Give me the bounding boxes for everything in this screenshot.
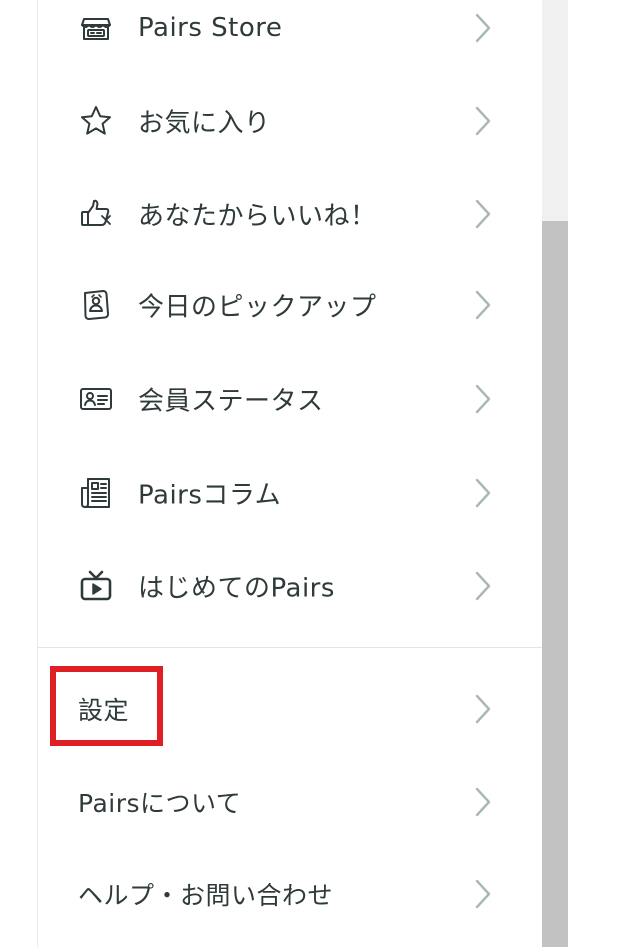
chevron-right-icon (475, 787, 491, 817)
star-icon (78, 103, 114, 139)
chevron-right-icon (475, 290, 491, 320)
scrollbar-thumb[interactable] (542, 221, 568, 947)
menu-item-favorites[interactable]: お気に入り (37, 75, 542, 167)
menu-item-settings[interactable]: 設定 (37, 663, 542, 755)
menu-item-likes-from-you[interactable]: あなたからいいね！ (37, 168, 542, 260)
menu-item-label: ヘルプ・お問い合わせ (78, 881, 334, 910)
chevron-right-icon (475, 384, 491, 414)
left-gutter (0, 0, 37, 947)
menu-item-todays-pickup[interactable]: 今日のピックアップ (37, 259, 542, 351)
menu-item-label: あなたからいいね！ (138, 201, 377, 232)
menu-item-pairs-column[interactable]: Pairsコラム (37, 447, 542, 539)
menu-item-label: 会員ステータス (138, 386, 324, 417)
chevron-right-icon (475, 571, 491, 601)
menu-item-first-time-pairs[interactable]: はじめてのPairs (37, 540, 542, 632)
menu-item-help-contact[interactable]: ヘルプ・お問い合わせ (37, 848, 542, 940)
menu-item-label: Pairsについて (78, 789, 242, 818)
chevron-right-icon (475, 879, 491, 909)
thumbs-up-icon (78, 196, 114, 232)
menu-item-label: Pairsコラム (138, 480, 282, 511)
chevron-right-icon (475, 13, 491, 43)
menu-item-label: Pairs Store (138, 13, 283, 43)
menu-item-member-status[interactable]: 会員ステータス (37, 353, 542, 445)
menu-item-label: 今日のピックアップ (138, 292, 377, 323)
menu-item-about-pairs[interactable]: Pairsについて (37, 756, 542, 848)
tv-icon (78, 568, 114, 604)
column-article-icon (78, 475, 114, 511)
pickup-card-icon (78, 287, 114, 323)
chevron-right-icon (475, 694, 491, 724)
menu-item-label: 設定 (78, 696, 130, 725)
chevron-right-icon (475, 199, 491, 229)
menu-item-label: はじめてのPairs (138, 573, 335, 604)
menu-item-pairs-store[interactable]: Pairs Store (37, 0, 542, 74)
store-icon (78, 10, 114, 46)
menu-divider (37, 647, 542, 648)
chevron-right-icon (475, 478, 491, 508)
menu-item-label: お気に入り (138, 108, 271, 139)
id-card-icon (78, 381, 114, 417)
chevron-right-icon (475, 106, 491, 136)
